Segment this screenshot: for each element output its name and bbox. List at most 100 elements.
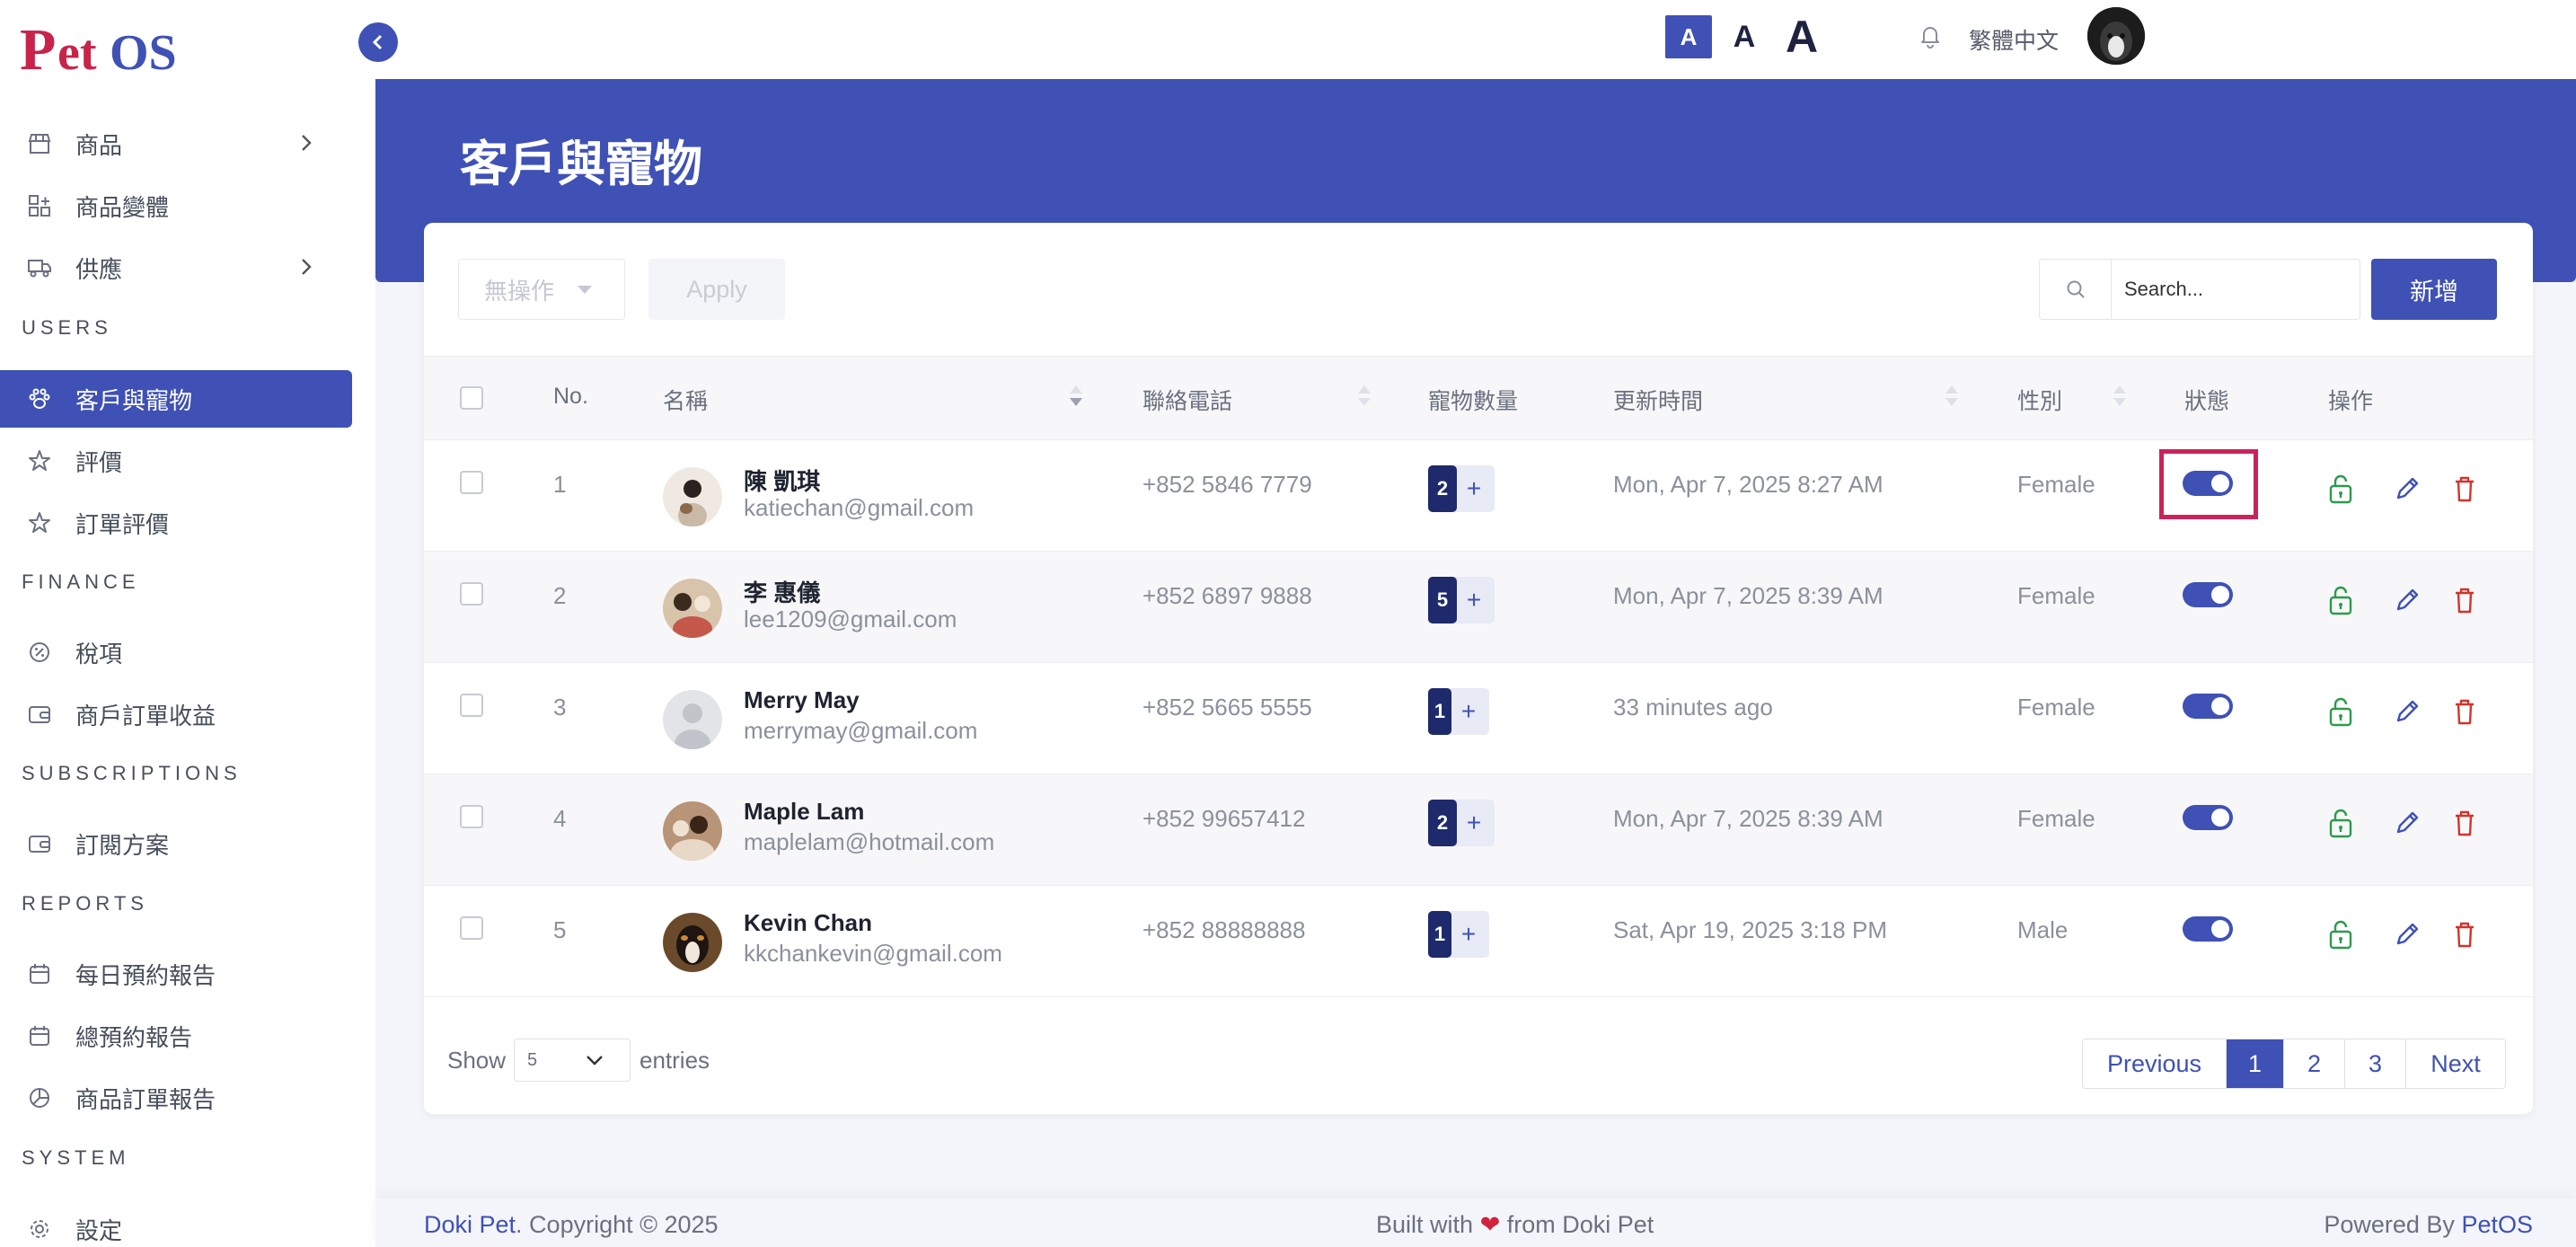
edit-pencil-icon[interactable] (2391, 584, 2423, 616)
apply-button[interactable]: Apply (648, 259, 785, 320)
language-selector[interactable]: 繁體中文 (1969, 23, 2059, 56)
customer-name[interactable]: 李 惠儀 (744, 575, 820, 608)
add-pet-button[interactable]: + (1453, 800, 1495, 846)
font-size-large-button[interactable]: A (1775, 7, 1829, 66)
font-size-small-button[interactable]: A (1665, 15, 1712, 58)
column-header-name[interactable]: 名稱 (663, 384, 708, 416)
sidebar-item-subscription-plans[interactable]: 訂閱方案 (0, 815, 352, 872)
petos-logo[interactable]: P et OS (20, 13, 194, 84)
sidebar-item-reviews[interactable]: 評價 (0, 432, 352, 490)
lock-icon[interactable] (2325, 807, 2357, 839)
search-input[interactable] (2112, 260, 2354, 319)
customer-name[interactable]: Kevin Chan (744, 909, 872, 937)
sort-icon[interactable] (1070, 384, 1082, 411)
column-header-phone[interactable]: 聯絡電話 (1142, 384, 1232, 416)
sidebar-item-order-reviews[interactable]: 訂單評價 (0, 494, 352, 552)
sidebar-item-label: 訂閱方案 (75, 831, 170, 859)
row-checkbox[interactable] (460, 694, 483, 717)
sidebar-item-products[interactable]: 商品 (0, 115, 352, 172)
sidebar-item-daily-booking-report[interactable]: 每日預約報告 (0, 945, 352, 1003)
updated-time: Mon, Apr 7, 2025 8:39 AM (1613, 805, 1883, 832)
gear-icon (27, 1216, 52, 1242)
row-checkbox[interactable] (460, 916, 483, 940)
edit-pencil-icon[interactable] (2391, 918, 2423, 951)
add-button[interactable]: 新增 (2371, 259, 2497, 320)
column-header-pet-count[interactable]: 寵物數量 (1428, 384, 1518, 416)
footer-petos-link[interactable]: PetOS (2461, 1211, 2533, 1238)
pagination-page-1[interactable]: 1 (2227, 1039, 2284, 1088)
footer-copyright: Doki Pet. Copyright © 2025 (424, 1211, 719, 1239)
add-pet-button[interactable]: + (1453, 465, 1495, 512)
column-header-gender[interactable]: 性別 (2017, 384, 2062, 416)
footer-copyright-text: . Copyright © 2025 (516, 1211, 719, 1238)
column-header-updated[interactable]: 更新時間 (1613, 384, 1703, 416)
customer-name[interactable]: Merry May (744, 686, 860, 714)
sidebar-item-settings[interactable]: 設定 (0, 1200, 352, 1247)
sort-icon[interactable] (1358, 384, 1371, 411)
delete-trash-icon[interactable] (2448, 584, 2481, 616)
add-pet-button[interactable]: + (1453, 577, 1495, 624)
status-toggle[interactable] (2183, 916, 2233, 942)
pet-count-badge: 1 + (1428, 688, 1489, 735)
customer-phone: +852 5665 5555 (1142, 694, 1312, 721)
edit-pencil-icon[interactable] (2391, 807, 2423, 839)
edit-pencil-icon[interactable] (2391, 695, 2423, 728)
wallet-icon (27, 702, 52, 727)
customer-name[interactable]: Maple Lam (744, 798, 864, 826)
delete-trash-icon[interactable] (2448, 473, 2481, 505)
pie-chart-icon (27, 1085, 52, 1110)
customer-name[interactable]: 陳 凱琪 (744, 464, 820, 497)
customers-table-card: 無操作 Apply 新增 No. 名稱 聯絡電話 寵物數量 更新時間 性別 狀態… (424, 223, 2533, 1114)
status-toggle[interactable] (2183, 471, 2233, 496)
sidebar-collapse-button[interactable] (358, 22, 398, 62)
sort-icon[interactable] (1945, 384, 1958, 411)
pet-count: 2 (1428, 800, 1457, 846)
notification-bell-icon[interactable] (1919, 23, 1942, 53)
lock-icon[interactable] (2325, 695, 2357, 728)
customer-avatar (663, 913, 722, 972)
pet-count: 1 (1428, 911, 1451, 958)
pagination-previous[interactable]: Previous (2083, 1039, 2227, 1088)
row-checkbox[interactable] (460, 471, 483, 494)
lock-icon[interactable] (2325, 918, 2357, 951)
font-size-medium-button[interactable]: A (1723, 15, 1766, 58)
sidebar-item-customers-pets[interactable]: 客戶與寵物 (0, 370, 352, 428)
column-header-no[interactable]: No. (553, 384, 588, 410)
lock-icon[interactable] (2325, 584, 2357, 616)
edit-pencil-icon[interactable] (2391, 473, 2423, 505)
pagination-page-2[interactable]: 2 (2284, 1039, 2345, 1088)
sidebar-item-tax[interactable]: 稅項 (0, 624, 352, 681)
row-checkbox[interactable] (460, 805, 483, 828)
caret-down-icon (578, 285, 593, 294)
sidebar-item-product-variants[interactable]: 商品變體 (0, 177, 352, 234)
bulk-action-select[interactable]: 無操作 (458, 259, 625, 320)
sidebar-item-total-booking-report[interactable]: 總預約報告 (0, 1007, 352, 1065)
pagination-page-3[interactable]: 3 (2345, 1039, 2406, 1088)
row-checkbox[interactable] (460, 582, 483, 606)
calendar-icon (27, 1023, 52, 1048)
star-icon (27, 448, 52, 473)
sidebar-item-merchant-revenue[interactable]: 商戶訂單收益 (0, 685, 352, 743)
sidebar-item-supply[interactable]: 供應 (0, 239, 352, 296)
status-toggle[interactable] (2183, 694, 2233, 719)
select-all-checkbox[interactable] (460, 386, 483, 410)
add-pet-button[interactable]: + (1448, 911, 1489, 958)
footer-built-suffix: from Doki Pet (1506, 1211, 1654, 1238)
pagination-next[interactable]: Next (2406, 1039, 2505, 1088)
sort-icon[interactable] (2113, 384, 2126, 411)
delete-trash-icon[interactable] (2448, 807, 2481, 839)
sidebar-item-product-order-report[interactable]: 商品訂單報告 (0, 1069, 352, 1127)
status-toggle[interactable] (2183, 582, 2233, 607)
entries-per-page-select[interactable]: 5 (514, 1039, 631, 1082)
delete-trash-icon[interactable] (2448, 695, 2481, 728)
user-avatar[interactable] (2087, 7, 2145, 65)
add-pet-button[interactable]: + (1448, 688, 1489, 735)
footer-brand-link[interactable]: Doki Pet (424, 1211, 516, 1238)
updated-time: Mon, Apr 7, 2025 8:39 AM (1613, 582, 1883, 609)
status-toggle[interactable] (2183, 805, 2233, 830)
lock-icon[interactable] (2325, 473, 2357, 505)
chevron-right-icon (302, 259, 312, 275)
pet-count: 2 (1428, 465, 1457, 512)
table-header: No. 名稱 聯絡電話 寵物數量 更新時間 性別 狀態 操作 (424, 356, 2533, 440)
delete-trash-icon[interactable] (2448, 918, 2481, 951)
